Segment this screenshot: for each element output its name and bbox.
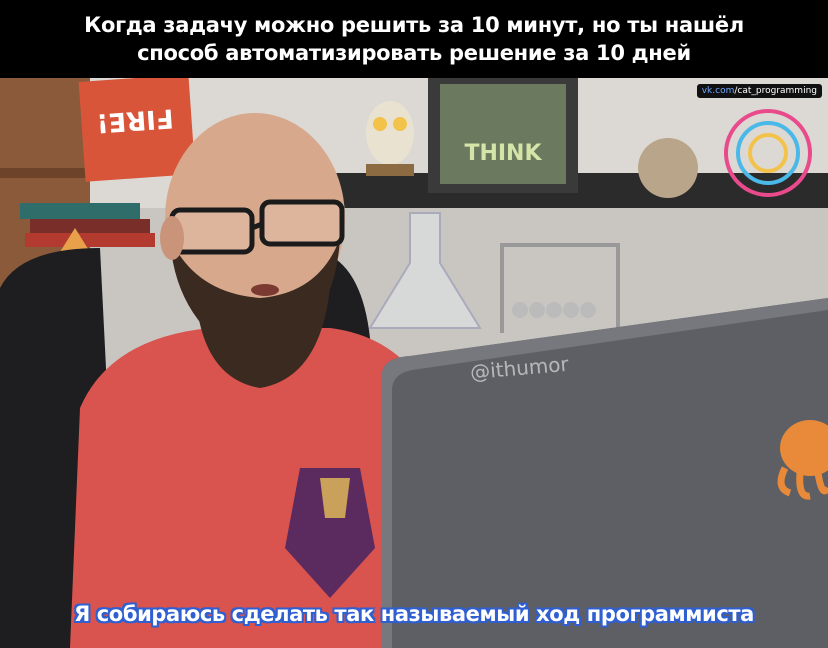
photo: FIRE! THINK — [0, 78, 828, 648]
subtitle: Я собираюсь сделать так называемый ход п… — [74, 602, 754, 626]
think-frame: THINK — [428, 78, 578, 193]
meme: Когда задачу можно решить за 10 минут, н… — [0, 0, 828, 648]
frame-text: THINK — [464, 141, 542, 166]
source-brand: vk.com — [701, 86, 735, 96]
poster-text: FIRE! — [96, 102, 175, 137]
caption-bar: Когда задачу можно решить за 10 минут, н… — [0, 0, 828, 78]
top-caption: Когда задачу можно решить за 10 минут, н… — [84, 13, 744, 65]
source-tag: vk.com/cat_programming — [696, 84, 822, 98]
scene-illustration: FIRE! THINK — [0, 78, 828, 648]
source-path: /cat_programming — [734, 86, 817, 96]
